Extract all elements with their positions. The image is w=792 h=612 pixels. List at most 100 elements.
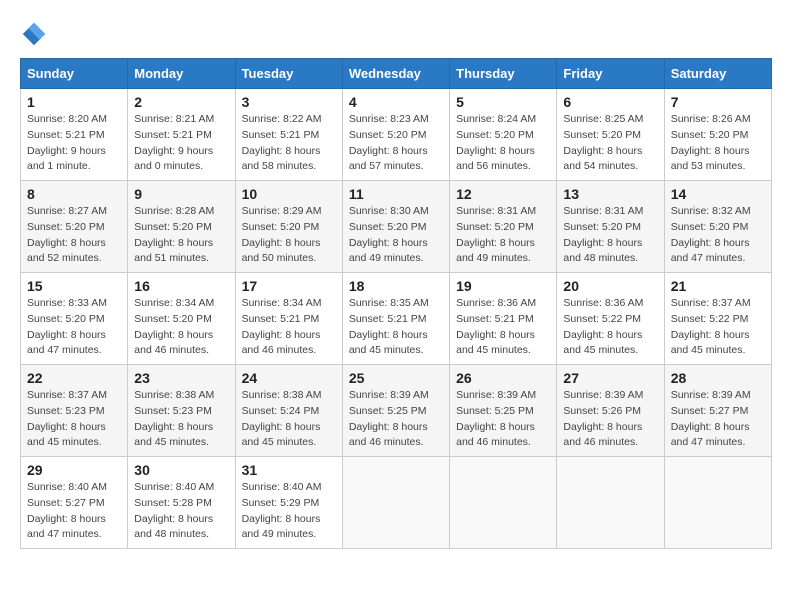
day-number: 28 bbox=[671, 370, 765, 386]
calendar-cell: 4 Sunrise: 8:23 AMSunset: 5:20 PMDaylight… bbox=[342, 89, 449, 181]
weekday-header-saturday: Saturday bbox=[664, 59, 771, 89]
day-detail: Sunrise: 8:40 AMSunset: 5:28 PMDaylight:… bbox=[134, 480, 228, 543]
day-number: 18 bbox=[349, 278, 443, 294]
calendar-cell: 26 Sunrise: 8:39 AMSunset: 5:25 PMDayligh… bbox=[450, 365, 557, 457]
day-detail: Sunrise: 8:39 AMSunset: 5:25 PMDaylight:… bbox=[349, 388, 443, 451]
calendar-table: SundayMondayTuesdayWednesdayThursdayFrid… bbox=[20, 58, 772, 549]
day-detail: Sunrise: 8:23 AMSunset: 5:20 PMDaylight:… bbox=[349, 112, 443, 175]
day-number: 6 bbox=[563, 94, 657, 110]
day-detail: Sunrise: 8:36 AMSunset: 5:22 PMDaylight:… bbox=[563, 296, 657, 359]
calendar-cell: 23Sunrise: 8:38 AMSunset: 5:23 PMDayligh… bbox=[128, 365, 235, 457]
day-number: 25 bbox=[349, 370, 443, 386]
day-detail: Sunrise: 8:28 AMSunset: 5:20 PMDaylight:… bbox=[134, 204, 228, 267]
day-detail: Sunrise: 8:34 AMSunset: 5:21 PMDaylight:… bbox=[242, 296, 336, 359]
calendar-week-5: 29 Sunrise: 8:40 AMSunset: 5:27 PMDayligh… bbox=[21, 457, 772, 549]
calendar-cell bbox=[342, 457, 449, 549]
calendar-cell: 31 Sunrise: 8:40 AMSunset: 5:29 PMDayligh… bbox=[235, 457, 342, 549]
day-detail: Sunrise: 8:34 AMSunset: 5:20 PMDaylight:… bbox=[134, 296, 228, 359]
calendar-week-2: 8 Sunrise: 8:27 AMSunset: 5:20 PMDaylight… bbox=[21, 181, 772, 273]
day-number: 3 bbox=[242, 94, 336, 110]
calendar-cell: 8 Sunrise: 8:27 AMSunset: 5:20 PMDaylight… bbox=[21, 181, 128, 273]
weekday-header-monday: Monday bbox=[128, 59, 235, 89]
day-detail: Sunrise: 8:40 AMSunset: 5:29 PMDaylight:… bbox=[242, 480, 336, 543]
calendar-cell: 21 Sunrise: 8:37 AMSunset: 5:22 PMDayligh… bbox=[664, 273, 771, 365]
calendar-cell: 25 Sunrise: 8:39 AMSunset: 5:25 PMDayligh… bbox=[342, 365, 449, 457]
calendar-cell: 12 Sunrise: 8:31 AMSunset: 5:20 PMDayligh… bbox=[450, 181, 557, 273]
calendar-cell: 18 Sunrise: 8:35 AMSunset: 5:21 PMDayligh… bbox=[342, 273, 449, 365]
day-number: 9 bbox=[134, 186, 228, 202]
day-number: 21 bbox=[671, 278, 765, 294]
day-detail: Sunrise: 8:29 AMSunset: 5:20 PMDaylight:… bbox=[242, 204, 336, 267]
logo-icon bbox=[20, 20, 48, 48]
day-number: 31 bbox=[242, 462, 336, 478]
calendar-week-1: 1Sunrise: 8:20 AMSunset: 5:21 PMDaylight… bbox=[21, 89, 772, 181]
calendar-cell: 11 Sunrise: 8:30 AMSunset: 5:20 PMDayligh… bbox=[342, 181, 449, 273]
day-number: 12 bbox=[456, 186, 550, 202]
calendar-cell: 13 Sunrise: 8:31 AMSunset: 5:20 PMDayligh… bbox=[557, 181, 664, 273]
day-number: 14 bbox=[671, 186, 765, 202]
weekday-header-tuesday: Tuesday bbox=[235, 59, 342, 89]
calendar-cell: 17 Sunrise: 8:34 AMSunset: 5:21 PMDayligh… bbox=[235, 273, 342, 365]
day-detail: Sunrise: 8:36 AMSunset: 5:21 PMDaylight:… bbox=[456, 296, 550, 359]
weekday-header-friday: Friday bbox=[557, 59, 664, 89]
day-number: 22 bbox=[27, 370, 121, 386]
calendar-cell: 5Sunrise: 8:24 AMSunset: 5:20 PMDaylight… bbox=[450, 89, 557, 181]
logo bbox=[20, 20, 54, 48]
calendar-cell: 9 Sunrise: 8:28 AMSunset: 5:20 PMDaylight… bbox=[128, 181, 235, 273]
day-number: 17 bbox=[242, 278, 336, 294]
day-number: 13 bbox=[563, 186, 657, 202]
calendar-cell: 16 Sunrise: 8:34 AMSunset: 5:20 PMDayligh… bbox=[128, 273, 235, 365]
calendar-cell: 15Sunrise: 8:33 AMSunset: 5:20 PMDayligh… bbox=[21, 273, 128, 365]
day-detail: Sunrise: 8:38 AMSunset: 5:23 PMDaylight:… bbox=[134, 388, 228, 451]
day-detail: Sunrise: 8:35 AMSunset: 5:21 PMDaylight:… bbox=[349, 296, 443, 359]
day-number: 7 bbox=[671, 94, 765, 110]
weekday-row: SundayMondayTuesdayWednesdayThursdayFrid… bbox=[21, 59, 772, 89]
day-number: 4 bbox=[349, 94, 443, 110]
page-header bbox=[20, 20, 772, 48]
day-detail: Sunrise: 8:24 AMSunset: 5:20 PMDaylight:… bbox=[456, 112, 550, 175]
day-number: 8 bbox=[27, 186, 121, 202]
calendar-body: 1Sunrise: 8:20 AMSunset: 5:21 PMDaylight… bbox=[21, 89, 772, 549]
day-detail: Sunrise: 8:31 AMSunset: 5:20 PMDaylight:… bbox=[563, 204, 657, 267]
calendar-cell: 14 Sunrise: 8:32 AMSunset: 5:20 PMDayligh… bbox=[664, 181, 771, 273]
day-detail: Sunrise: 8:25 AMSunset: 5:20 PMDaylight:… bbox=[563, 112, 657, 175]
calendar-cell bbox=[664, 457, 771, 549]
calendar-cell: 20Sunrise: 8:36 AMSunset: 5:22 PMDayligh… bbox=[557, 273, 664, 365]
calendar-cell bbox=[450, 457, 557, 549]
day-detail: Sunrise: 8:37 AMSunset: 5:22 PMDaylight:… bbox=[671, 296, 765, 359]
calendar-cell: 22 Sunrise: 8:37 AMSunset: 5:23 PMDayligh… bbox=[21, 365, 128, 457]
calendar-cell: 28Sunrise: 8:39 AMSunset: 5:27 PMDayligh… bbox=[664, 365, 771, 457]
calendar-cell: 19 Sunrise: 8:36 AMSunset: 5:21 PMDayligh… bbox=[450, 273, 557, 365]
day-detail: Sunrise: 8:32 AMSunset: 5:20 PMDaylight:… bbox=[671, 204, 765, 267]
day-detail: Sunrise: 8:30 AMSunset: 5:20 PMDaylight:… bbox=[349, 204, 443, 267]
calendar-cell: 2 Sunrise: 8:21 AMSunset: 5:21 PMDaylight… bbox=[128, 89, 235, 181]
day-detail: Sunrise: 8:27 AMSunset: 5:20 PMDaylight:… bbox=[27, 204, 121, 267]
calendar-cell: 6 Sunrise: 8:25 AMSunset: 5:20 PMDaylight… bbox=[557, 89, 664, 181]
calendar-cell: 1Sunrise: 8:20 AMSunset: 5:21 PMDaylight… bbox=[21, 89, 128, 181]
day-number: 2 bbox=[134, 94, 228, 110]
calendar-cell bbox=[557, 457, 664, 549]
calendar-cell: 27Sunrise: 8:39 AMSunset: 5:26 PMDayligh… bbox=[557, 365, 664, 457]
day-number: 30 bbox=[134, 462, 228, 478]
day-number: 11 bbox=[349, 186, 443, 202]
day-number: 15 bbox=[27, 278, 121, 294]
calendar-cell: 3 Sunrise: 8:22 AMSunset: 5:21 PMDaylight… bbox=[235, 89, 342, 181]
weekday-header-sunday: Sunday bbox=[21, 59, 128, 89]
day-detail: Sunrise: 8:37 AMSunset: 5:23 PMDaylight:… bbox=[27, 388, 121, 451]
day-detail: Sunrise: 8:40 AMSunset: 5:27 PMDaylight:… bbox=[27, 480, 121, 543]
day-number: 19 bbox=[456, 278, 550, 294]
day-number: 16 bbox=[134, 278, 228, 294]
day-detail: Sunrise: 8:39 AMSunset: 5:25 PMDaylight:… bbox=[456, 388, 550, 451]
day-number: 24 bbox=[242, 370, 336, 386]
day-number: 29 bbox=[27, 462, 121, 478]
day-detail: Sunrise: 8:39 AMSunset: 5:26 PMDaylight:… bbox=[563, 388, 657, 451]
day-detail: Sunrise: 8:31 AMSunset: 5:20 PMDaylight:… bbox=[456, 204, 550, 267]
calendar-header: SundayMondayTuesdayWednesdayThursdayFrid… bbox=[21, 59, 772, 89]
day-detail: Sunrise: 8:26 AMSunset: 5:20 PMDaylight:… bbox=[671, 112, 765, 175]
day-detail: Sunrise: 8:22 AMSunset: 5:21 PMDaylight:… bbox=[242, 112, 336, 175]
day-detail: Sunrise: 8:21 AMSunset: 5:21 PMDaylight:… bbox=[134, 112, 228, 175]
calendar-week-3: 15Sunrise: 8:33 AMSunset: 5:20 PMDayligh… bbox=[21, 273, 772, 365]
calendar-week-4: 22 Sunrise: 8:37 AMSunset: 5:23 PMDayligh… bbox=[21, 365, 772, 457]
day-number: 26 bbox=[456, 370, 550, 386]
calendar-cell: 30 Sunrise: 8:40 AMSunset: 5:28 PMDayligh… bbox=[128, 457, 235, 549]
